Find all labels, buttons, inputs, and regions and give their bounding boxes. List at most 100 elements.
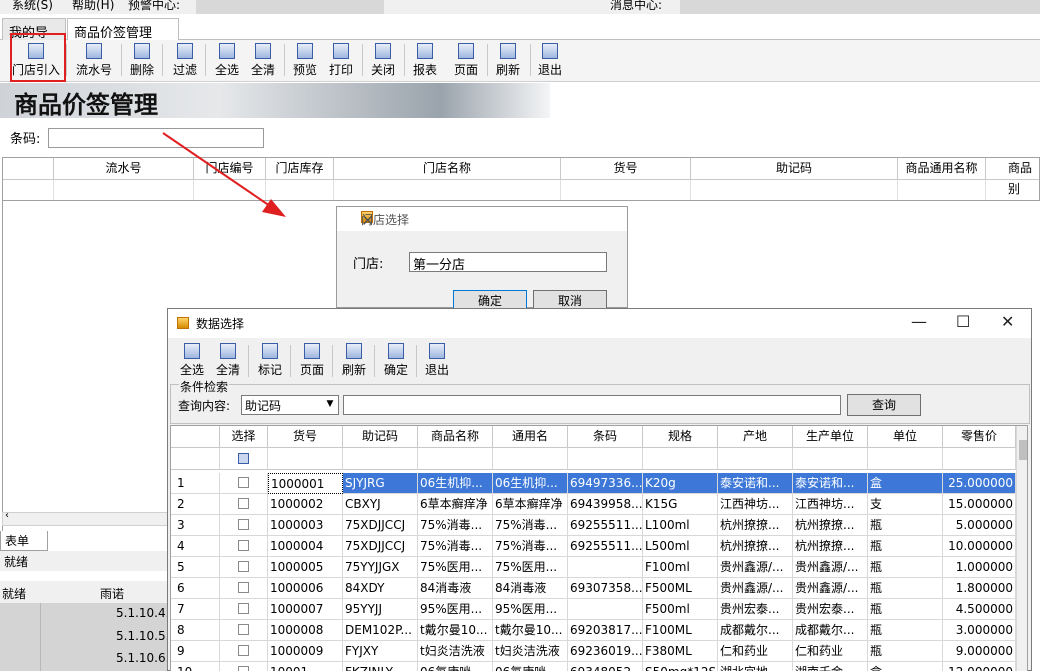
generic-name-cell[interactable]: 06生机抑... bbox=[493, 473, 568, 494]
origin-cell[interactable]: 成都戴尔... bbox=[718, 620, 793, 641]
unit-cell[interactable]: 盒 bbox=[868, 662, 943, 671]
generic-name-cell[interactable]: 06氟康唑... bbox=[493, 662, 568, 671]
product-name-cell[interactable]: 75%消毒... bbox=[418, 515, 493, 536]
unit-cell[interactable]: 瓶 bbox=[868, 578, 943, 599]
spec-cell[interactable]: F100ML bbox=[643, 620, 718, 641]
mnemonic-cell[interactable]: 75YYJJGX bbox=[343, 557, 418, 578]
retail-price-cell[interactable]: 5.000000 bbox=[943, 515, 1016, 536]
scroll-thumb[interactable] bbox=[1019, 440, 1027, 460]
vertical-scrollbar[interactable] bbox=[1016, 426, 1027, 671]
filter-cell[interactable] bbox=[793, 448, 868, 470]
product-name-cell[interactable]: t戴尔曼10... bbox=[418, 620, 493, 641]
origin-cell[interactable]: 湖北宜地... bbox=[718, 662, 793, 671]
origin-cell[interactable]: 贵州鑫源/... bbox=[718, 578, 793, 599]
product-name-cell[interactable]: 95%医用... bbox=[418, 599, 493, 620]
filter-cell[interactable] bbox=[493, 448, 568, 470]
mnemonic-cell[interactable]: FYJXY bbox=[343, 641, 418, 662]
column-header[interactable]: 规格 bbox=[643, 426, 718, 448]
origin-cell[interactable]: 杭州撩撩... bbox=[718, 515, 793, 536]
item-number-cell[interactable]: 1000008 bbox=[268, 620, 343, 641]
manufacturer-cell[interactable]: 成都戴尔... bbox=[793, 620, 868, 641]
spec-cell[interactable]: F500ML bbox=[643, 578, 718, 599]
close-icon[interactable]: ✕ bbox=[361, 211, 619, 230]
filter-cell[interactable] bbox=[418, 448, 493, 470]
page-button[interactable]: 页面 bbox=[298, 342, 326, 378]
item-number-cell[interactable]: 1000007 bbox=[268, 599, 343, 620]
column-header[interactable]: 选择 bbox=[220, 426, 268, 448]
generic-name-cell[interactable]: t妇炎洁洗液 bbox=[493, 641, 568, 662]
product-name-cell[interactable]: 75%消毒... bbox=[418, 536, 493, 557]
unit-cell[interactable]: 瓶 bbox=[868, 620, 943, 641]
mnemonic-cell[interactable]: FKZJNLY bbox=[343, 662, 418, 671]
unit-cell[interactable]: 瓶 bbox=[868, 557, 943, 578]
unit-cell[interactable]: 盒 bbox=[868, 473, 943, 494]
checkbox[interactable] bbox=[238, 582, 249, 593]
generic-name-cell[interactable]: 84消毒液 bbox=[493, 578, 568, 599]
retail-price-cell[interactable]: 10.000000 bbox=[943, 536, 1016, 557]
item-number-cell[interactable]: 1000003 bbox=[268, 515, 343, 536]
checkbox[interactable] bbox=[238, 498, 249, 509]
generic-name-cell[interactable]: 75%消毒... bbox=[493, 536, 568, 557]
origin-cell[interactable]: 杭州撩撩... bbox=[718, 536, 793, 557]
unit-cell[interactable]: 瓶 bbox=[868, 536, 943, 557]
product-name-cell[interactable]: 75%医用... bbox=[418, 557, 493, 578]
spec-cell[interactable]: S50mg*12S bbox=[643, 662, 718, 671]
barcode-cell[interactable]: 69203817... bbox=[568, 620, 643, 641]
barcode-cell[interactable]: 69497336... bbox=[568, 473, 643, 494]
minimize-icon[interactable]: — bbox=[911, 312, 927, 331]
item-number-cell[interactable]: 1000004 bbox=[268, 536, 343, 557]
retail-price-cell[interactable]: 12.000000 bbox=[943, 662, 1016, 671]
manufacturer-cell[interactable]: 贵州宏泰... bbox=[793, 599, 868, 620]
manufacturer-cell[interactable]: 湖南千金... bbox=[793, 662, 868, 671]
spec-cell[interactable]: F380ML bbox=[643, 641, 718, 662]
barcode-cell[interactable]: 69236019... bbox=[568, 641, 643, 662]
retail-price-cell[interactable]: 15.000000 bbox=[943, 494, 1016, 515]
generic-name-cell[interactable]: 75%消毒... bbox=[493, 515, 568, 536]
mnemonic-cell[interactable]: DEM102P... bbox=[343, 620, 418, 641]
column-header[interactable]: 商品名称 bbox=[418, 426, 493, 448]
barcode-cell[interactable] bbox=[568, 557, 643, 578]
select-cell[interactable] bbox=[220, 494, 268, 515]
retail-price-cell[interactable]: 4.500000 bbox=[943, 599, 1016, 620]
select-cell[interactable] bbox=[220, 578, 268, 599]
generic-name-cell[interactable]: 75%医用... bbox=[493, 557, 568, 578]
generic-name-cell[interactable]: t戴尔曼10... bbox=[493, 620, 568, 641]
unit-cell[interactable]: 瓶 bbox=[868, 599, 943, 620]
spec-cell[interactable]: F500ml bbox=[643, 599, 718, 620]
generic-name-cell[interactable]: 6草本癣痒净 bbox=[493, 494, 568, 515]
clear-all-button[interactable]: 全清 bbox=[214, 342, 242, 378]
filter-cell[interactable] bbox=[343, 448, 418, 470]
retail-price-cell[interactable]: 3.000000 bbox=[943, 620, 1016, 641]
barcode-cell[interactable]: 69255511... bbox=[568, 536, 643, 557]
unit-cell[interactable]: 瓶 bbox=[868, 641, 943, 662]
checkbox[interactable] bbox=[238, 666, 249, 671]
spec-cell[interactable]: K15G bbox=[643, 494, 718, 515]
checkbox[interactable] bbox=[238, 624, 249, 635]
retail-price-cell[interactable]: 1.000000 bbox=[943, 557, 1016, 578]
filter-cell[interactable] bbox=[568, 448, 643, 470]
item-number-cell[interactable]: 1000001 bbox=[268, 473, 343, 494]
query-input[interactable] bbox=[343, 395, 841, 415]
origin-cell[interactable]: 江西神坊... bbox=[718, 494, 793, 515]
manufacturer-cell[interactable]: 杭州撩撩... bbox=[793, 515, 868, 536]
unit-cell[interactable]: 支 bbox=[868, 494, 943, 515]
item-number-cell[interactable]: 1000002 bbox=[268, 494, 343, 515]
origin-cell[interactable]: 贵州鑫源/... bbox=[718, 557, 793, 578]
item-number-cell[interactable]: 1000005 bbox=[268, 557, 343, 578]
barcode-cell[interactable]: 69307358... bbox=[568, 578, 643, 599]
checkbox[interactable] bbox=[238, 519, 249, 530]
checkbox-header-icon[interactable] bbox=[238, 453, 249, 464]
query-button[interactable]: 查询 bbox=[847, 394, 921, 416]
mnemonic-cell[interactable]: CBXYJ bbox=[343, 494, 418, 515]
select-cell[interactable] bbox=[220, 620, 268, 641]
retail-price-cell[interactable]: 9.000000 bbox=[943, 641, 1016, 662]
retail-price-cell[interactable]: 25.000000 bbox=[943, 473, 1016, 494]
checkbox[interactable] bbox=[238, 603, 249, 614]
mnemonic-cell[interactable]: 95YYJJ bbox=[343, 599, 418, 620]
close-icon[interactable]: ✕ bbox=[1001, 312, 1014, 331]
column-header[interactable]: 生产单位 bbox=[793, 426, 868, 448]
origin-cell[interactable]: 泰安诺和... bbox=[718, 473, 793, 494]
checkbox[interactable] bbox=[238, 561, 249, 572]
barcode-cell[interactable]: 69439958... bbox=[568, 494, 643, 515]
filter-cell[interactable] bbox=[868, 448, 943, 470]
